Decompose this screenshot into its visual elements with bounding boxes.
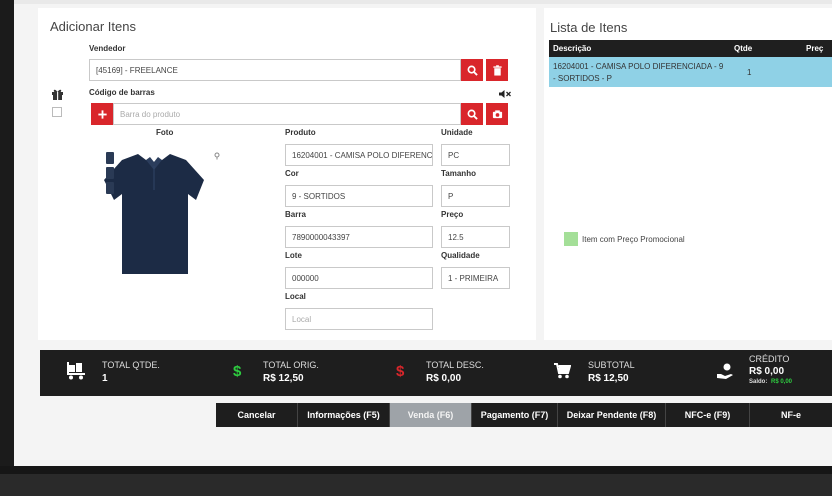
gift-icon[interactable] <box>51 87 64 100</box>
bar-label: Barra <box>285 210 306 219</box>
unit-label: Unidade <box>441 128 473 137</box>
col-description[interactable]: Descrição <box>553 44 591 53</box>
monitor-bezel <box>0 466 832 496</box>
cart-icon <box>554 363 571 379</box>
color-label: Cor <box>285 169 299 178</box>
total-qty: TOTAL QTDE. 1 <box>66 350 206 396</box>
add-product-button[interactable] <box>91 103 113 125</box>
sale-tab[interactable]: Venda (F6) <box>390 403 472 427</box>
lot-field[interactable]: 000000 <box>285 267 433 289</box>
product-field[interactable]: 16204001 - CAMISA POLO DIFERENCIAD <box>285 144 433 166</box>
boxes-cart-icon <box>67 362 85 380</box>
credit-value: R$ 0,00 <box>749 366 785 377</box>
gift-checkbox[interactable] <box>52 107 62 117</box>
thumbnail[interactable] <box>106 182 114 194</box>
totals-bar: TOTAL QTDE. 1 $ TOTAL ORIG. R$ 12,50 $ T… <box>40 350 832 396</box>
search-icon <box>467 109 478 120</box>
local-label: Local <box>285 292 306 301</box>
subtotal: SUBTOTAL R$ 12,50 <box>554 350 694 396</box>
photo-label: Foto <box>156 128 174 137</box>
subtotal-value: R$ 12,50 <box>588 373 629 384</box>
color-field[interactable]: 9 - SORTIDOS <box>285 185 433 207</box>
total-orig-label: TOTAL ORIG. <box>263 360 319 370</box>
product-label: Produto <box>285 128 316 137</box>
leave-pending-button[interactable]: Deixar Pendente (F8) <box>558 403 666 427</box>
local-field[interactable]: Local <box>285 308 433 330</box>
size-label: Tamanho <box>441 169 476 178</box>
quality-label: Qualidade <box>441 251 480 260</box>
row-description-line2: - SORTIDOS - P <box>553 74 612 83</box>
seller-label: Vendedor <box>89 44 126 53</box>
total-desc: $ TOTAL DESC. R$ 0,00 <box>395 350 535 396</box>
nfce-button[interactable]: NFC-e (F9) <box>666 403 750 427</box>
nfe-button[interactable]: NF-e <box>750 403 832 427</box>
barcode-camera-button[interactable] <box>486 103 508 125</box>
total-desc-value: R$ 0,00 <box>426 373 462 384</box>
col-price[interactable]: Preç <box>806 44 823 53</box>
row-description-line1: 16204001 - CAMISA POLO DIFERENCIADA - 9 <box>553 62 724 71</box>
promo-legend-swatch <box>564 232 578 246</box>
row-qty: 1 <box>747 68 752 77</box>
total-qty-value: 1 <box>102 373 108 384</box>
lot-label: Lote <box>285 251 302 260</box>
seller-clear-button[interactable] <box>486 59 508 81</box>
top-strip <box>14 0 832 4</box>
app-window: Adicionar Itens Vendedor [45169] - FREEL… <box>14 0 832 466</box>
balance-label: Saldo: <box>749 379 768 385</box>
size-field[interactable]: P <box>441 185 510 207</box>
price-label: Preço <box>441 210 464 219</box>
camera-icon <box>492 109 502 118</box>
total-orig-value: R$ 12,50 <box>263 373 304 384</box>
seller-field[interactable]: [45169] - FREELANCE <box>89 59 461 81</box>
search-icon <box>467 65 478 76</box>
seller-search-button[interactable] <box>461 59 483 81</box>
total-desc-label: TOTAL DESC. <box>426 360 484 370</box>
photo-thumbnails[interactable] <box>106 152 116 196</box>
subtotal-label: SUBTOTAL <box>588 360 635 370</box>
promo-legend-text: Item com Preço Promocional <box>582 235 685 244</box>
quality-field[interactable]: 1 - PRIMEIRA <box>441 267 510 289</box>
info-button[interactable]: Informações (F5) <box>298 403 390 427</box>
col-qty[interactable]: Qtde <box>734 44 752 53</box>
unit-field[interactable]: PC <box>441 144 510 166</box>
total-orig: $ TOTAL ORIG. R$ 12,50 <box>232 350 372 396</box>
barcode-search-button[interactable] <box>461 103 483 125</box>
balance-value: R$ 0,00 <box>771 379 793 385</box>
hand-money-icon <box>717 363 733 379</box>
credit-label: CRÉDITO <box>749 354 790 364</box>
total-qty-label: TOTAL QTDE. <box>102 360 160 370</box>
bar-field[interactable]: 7890000043397 <box>285 226 433 248</box>
thumbnail[interactable] <box>106 152 114 164</box>
thumbnail[interactable] <box>106 167 114 179</box>
table-row[interactable]: 16204001 - CAMISA POLO DIFERENCIADA - 9 … <box>549 57 832 87</box>
zoom-icon[interactable] <box>213 147 221 160</box>
item-list-title: Lista de Itens <box>550 20 628 35</box>
bezel-strip <box>0 474 832 496</box>
dollar-green-icon: $ <box>233 363 242 380</box>
barcode-input[interactable]: Barra do produto <box>113 103 461 125</box>
action-bar: Cancelar Informações (F5) Venda (F6) Pag… <box>216 403 832 427</box>
payment-button[interactable]: Pagamento (F7) <box>472 403 558 427</box>
item-list-header: Descrição Qtde Preç <box>549 40 832 57</box>
barcode-label: Código de barras <box>89 88 155 97</box>
add-items-title: Adicionar Itens <box>50 19 136 34</box>
trash-icon <box>492 64 502 76</box>
credit: CRÉDITO R$ 0,00 Saldo: R$ 0,00 <box>716 350 832 396</box>
price-field[interactable]: 12.5 <box>441 226 510 248</box>
dollar-red-icon: $ <box>396 363 405 380</box>
mute-icon[interactable] <box>498 86 512 98</box>
plus-icon <box>97 109 107 119</box>
cancel-button[interactable]: Cancelar <box>216 403 298 427</box>
